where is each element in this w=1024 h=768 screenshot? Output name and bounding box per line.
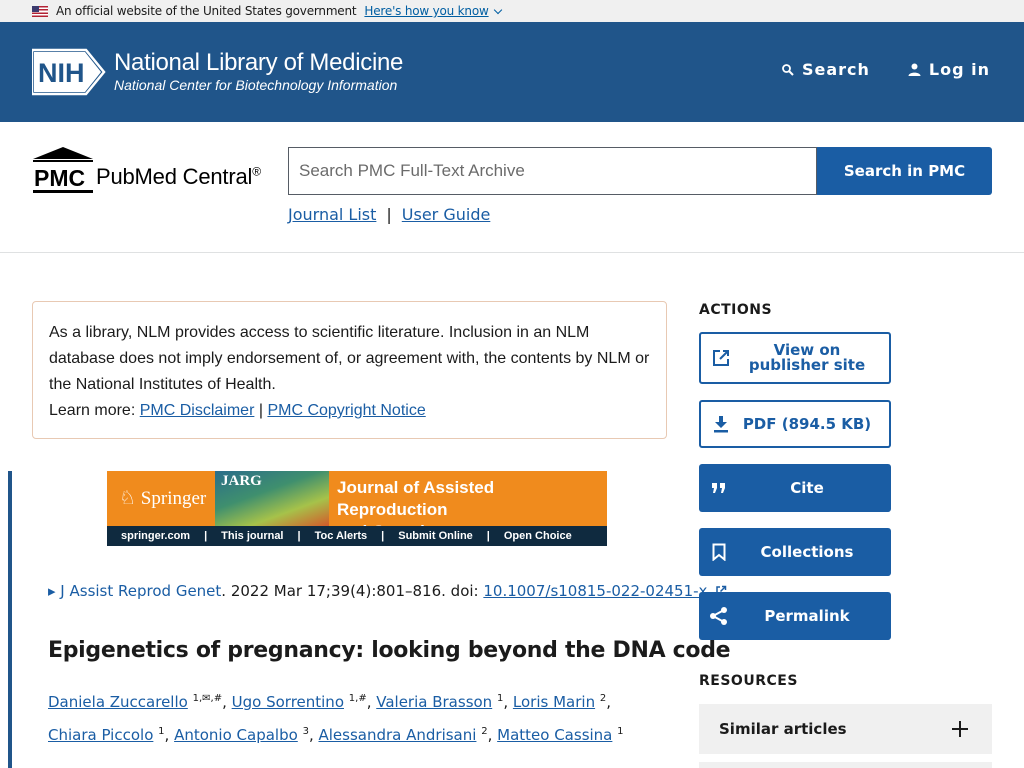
pmc-copyright-link[interactable]: PMC Copyright Notice — [267, 402, 425, 419]
ad-link-springer[interactable]: springer.com — [107, 530, 204, 542]
journal-link[interactable]: ▸ J Assist Reprod Genet — [48, 582, 221, 600]
quote-icon — [712, 483, 725, 493]
resources-heading: RESOURCES — [699, 673, 798, 689]
ad-link-toc-alerts[interactable]: Toc Alerts — [301, 530, 382, 542]
view-publisher-label: View on publisher site — [748, 341, 866, 374]
nih-logo-mark: NIH — [32, 48, 106, 96]
login-label: Log in — [928, 60, 990, 79]
external-link-icon — [713, 350, 729, 366]
journal-list-link[interactable]: Journal List — [288, 205, 376, 224]
login-button[interactable]: Log in — [908, 60, 990, 79]
springer-logo: ♘ Springer — [119, 488, 207, 509]
disclaimer-text: As a library, NLM provides access to sci… — [49, 324, 650, 393]
bookmark-icon — [712, 543, 726, 561]
heres-how-you-know-link[interactable]: Here's how you know — [364, 4, 488, 18]
author-link[interactable]: Loris Marin — [513, 693, 595, 711]
pmc-logo-mark: PMC — [32, 146, 94, 194]
nih-header: NIH National Library of Medicine Nationa… — [0, 22, 1024, 122]
cite-label: Cite — [790, 478, 824, 497]
pmc-disclaimer-link[interactable]: PMC Disclaimer — [140, 402, 255, 419]
user-guide-link[interactable]: User Guide — [402, 205, 491, 224]
us-flag-icon — [32, 5, 48, 17]
author-affiliation[interactable]: 1,# — [349, 693, 367, 704]
nlm-logo[interactable]: NIH National Library of Medicine Nationa… — [32, 48, 403, 96]
nlm-disclaimer: As a library, NLM provides access to sci… — [32, 301, 667, 439]
pdf-download-button[interactable]: PDF (894.5 KB) — [699, 400, 891, 448]
gov-banner: An official website of the United States… — [0, 0, 1024, 22]
nih-logo-text: NIH — [38, 58, 85, 88]
author-link[interactable]: Alessandra Andrisani — [318, 726, 476, 744]
cite-button[interactable]: Cite — [699, 464, 891, 512]
article-title: Epigenetics of pregnancy: looking beyond… — [48, 638, 731, 663]
author-affiliation[interactable]: 1 — [617, 726, 623, 737]
link-separator: | — [386, 205, 392, 224]
pmc-header: PMC PubMed Central® Search PMC Full-Text… — [0, 122, 1024, 253]
pmc-search-input[interactable]: Search PMC Full-Text Archive — [288, 147, 817, 195]
ad-link-this-journal[interactable]: This journal — [207, 530, 297, 542]
author-link[interactable]: Daniela Zuccarello — [48, 693, 188, 711]
citation-details: . 2022 Mar 17;39(4):801–816. doi: — [221, 582, 484, 600]
next-resource-accordion[interactable] — [699, 762, 992, 768]
collections-label: Collections — [760, 542, 854, 561]
permalink-label: Permalink — [764, 606, 850, 625]
ad-link-submit-online[interactable]: Submit Online — [384, 530, 487, 542]
pmc-logo[interactable]: PMC PubMed Central® — [32, 146, 261, 194]
author-link[interactable]: Matteo Cassina — [497, 726, 612, 744]
author-affiliation[interactable]: 2 — [481, 726, 487, 737]
doi-link[interactable]: 10.1007/s10815-022-02451-x — [483, 582, 707, 600]
journal-cover-image: JARG — [215, 471, 329, 526]
author-affiliation[interactable]: 3 — [303, 726, 309, 737]
author-link[interactable]: Antonio Capalbo — [174, 726, 298, 744]
journal-banner-ad[interactable]: ♘ Springer JARG Journal of Assisted Repr… — [107, 471, 607, 546]
author-link[interactable]: Valeria Brasson — [376, 693, 492, 711]
ncbi-subtitle: National Center for Biotechnology Inform… — [114, 77, 398, 93]
user-icon — [908, 63, 921, 76]
similar-articles-accordion[interactable]: Similar articles — [699, 704, 992, 754]
share-icon — [710, 607, 727, 625]
permalink-button[interactable]: Permalink — [699, 592, 891, 640]
search-icon — [782, 63, 794, 76]
learn-more-label: Learn more: — [49, 402, 136, 419]
author-link[interactable]: Chiara Piccolo — [48, 726, 153, 744]
author-list: Daniela Zuccarello 1,✉,#, Ugo Sorrentino… — [48, 693, 624, 744]
similar-articles-label: Similar articles — [719, 720, 847, 738]
pmc-logo-mark-text: PMC — [34, 165, 85, 191]
disclaimer-separator: | — [258, 402, 263, 419]
chevron-down-icon[interactable] — [493, 5, 502, 14]
nlm-title: National Library of Medicine — [114, 49, 404, 76]
search-in-pmc-button[interactable]: Search in PMC — [817, 147, 992, 195]
pdf-label: PDF (894.5 KB) — [742, 414, 872, 433]
header-search-button[interactable]: Search — [782, 60, 870, 79]
article-citation: ▸ J Assist Reprod Genet. 2022 Mar 17;39(… — [48, 582, 727, 600]
author-link[interactable]: Ugo Sorrentino — [232, 693, 344, 711]
author-affiliation[interactable]: 1 — [158, 726, 164, 737]
gov-banner-text: An official website of the United States… — [56, 4, 357, 18]
actions-heading: ACTIONS — [699, 302, 773, 318]
article-left-rule — [8, 471, 12, 768]
author-affiliation[interactable]: 1,✉,# — [193, 693, 222, 704]
author-affiliation[interactable]: 1 — [497, 693, 503, 704]
ad-link-bar: springer.com | This journal | Toc Alerts | … — [107, 526, 607, 546]
ad-link-open-choice[interactable]: Open Choice — [490, 530, 586, 542]
download-icon — [714, 416, 728, 433]
collections-button[interactable]: Collections — [699, 528, 891, 576]
view-publisher-button[interactable]: View on publisher site — [699, 332, 891, 384]
pmc-logo-text: PubMed Central — [96, 164, 253, 189]
author-affiliation[interactable]: 2 — [600, 693, 606, 704]
plus-icon[interactable] — [952, 721, 968, 737]
header-search-label: Search — [801, 60, 870, 79]
springer-horse-icon: ♘ — [119, 488, 137, 509]
registered-mark: ® — [252, 164, 261, 179]
